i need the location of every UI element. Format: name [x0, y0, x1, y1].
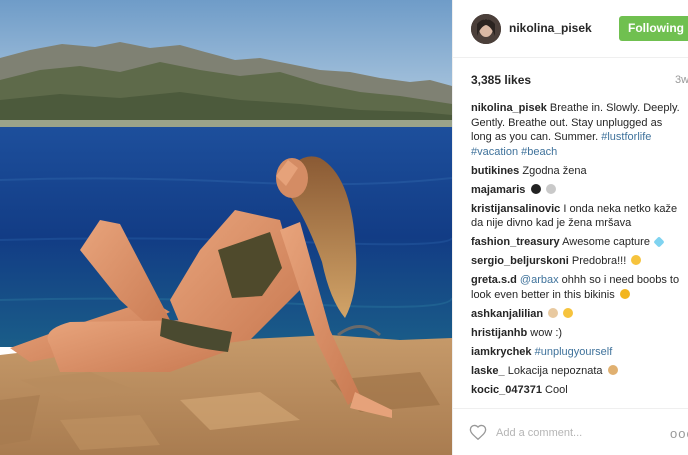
list-item: hristijanhb wow :)	[471, 326, 681, 341]
add-comment-bar: ooo	[453, 408, 688, 455]
avatar[interactable]	[471, 14, 501, 44]
comment-username[interactable]: ashkanjalilian	[471, 308, 543, 320]
comment-username[interactable]: butikines	[471, 165, 519, 177]
comment-text: Zgodna žena	[522, 164, 587, 177]
list-item: ashkanjalilian	[471, 307, 681, 322]
ok-hand-emoji	[548, 307, 559, 318]
list-item: nikolina_pisek Breathe in. Slowly. Deepl…	[471, 101, 681, 159]
laugh-emoji	[619, 288, 630, 299]
list-item: sergio_beljurskoni Predobra!!!	[471, 254, 681, 269]
post-header: nikolina_pisek Following	[453, 0, 688, 58]
comment-hashtag[interactable]: #lustforlife	[601, 131, 651, 143]
comment-username[interactable]: hristijanhb	[471, 327, 527, 339]
list-item: fashion_treasury Awesome capture	[471, 235, 681, 250]
comment-hashtag[interactable]: #vacation	[471, 146, 518, 158]
post-side-panel: nikolina_pisek Following 3,385 likes 3w …	[452, 0, 688, 455]
comment-username[interactable]: nikolina_pisek	[471, 102, 547, 114]
likes-count[interactable]: 3,385 likes	[471, 73, 531, 87]
comment-list[interactable]: nikolina_pisek Breathe in. Slowly. Deepl…	[471, 101, 681, 408]
comment-text: Lokacija nepoznata	[507, 364, 603, 377]
heart-icon[interactable]	[469, 424, 487, 445]
comment-mention[interactable]: @arbax	[520, 274, 559, 286]
grin-emoji	[631, 255, 642, 265]
comment-text: Cool	[545, 383, 568, 396]
comment-username[interactable]: laske_	[471, 365, 505, 377]
list-item: majamaris	[471, 183, 681, 198]
comment-username[interactable]: kocic_047371	[471, 384, 542, 396]
list-item: laske_ Lokacija nepoznata	[471, 364, 681, 379]
list-item: kristijansalinovic I onda neka netko kaž…	[471, 202, 681, 231]
comment-username[interactable]: kristijansalinovic	[471, 203, 560, 215]
comment-hashtag[interactable]: #unplugyourself	[535, 346, 613, 358]
more-options-icon[interactable]: ooo	[670, 426, 688, 441]
clap-emoji	[545, 183, 556, 194]
list-item: butikines Zgodna žena	[471, 164, 681, 179]
header-username[interactable]: nikolina_pisek	[509, 21, 592, 35]
comment-username[interactable]: majamaris	[471, 184, 525, 196]
comment-text: Awesome capture	[562, 236, 650, 248]
post-time[interactable]: 3w	[675, 74, 688, 86]
comment-hashtag[interactable]: #beach	[521, 146, 557, 158]
following-button[interactable]: Following	[619, 16, 688, 41]
list-item: greta.s.d @arbax ohhh so i need boobs to…	[471, 273, 681, 302]
comment-username[interactable]: greta.s.d	[471, 274, 517, 286]
comment-username[interactable]: iamkrychek	[471, 346, 532, 358]
list-item: iamkrychek #unplugyourself	[471, 345, 681, 360]
wow-emoji	[563, 307, 574, 318]
comment-username[interactable]: fashion_treasury	[471, 236, 560, 248]
comment-username[interactable]: sergio_beljurskoni	[471, 255, 569, 267]
list-item: kocic_047371 Cool	[471, 383, 681, 398]
bomb-emoji	[530, 183, 541, 194]
gem-emoji	[653, 236, 665, 248]
scream-emoji	[607, 364, 618, 375]
add-comment-input[interactable]	[496, 424, 646, 442]
beach-photo-image	[0, 0, 452, 455]
avatar-image	[471, 14, 501, 44]
post-photo[interactable]	[0, 0, 452, 455]
comment-text: Predobra!!!	[571, 255, 627, 267]
comment-text: wow :)	[530, 326, 563, 339]
